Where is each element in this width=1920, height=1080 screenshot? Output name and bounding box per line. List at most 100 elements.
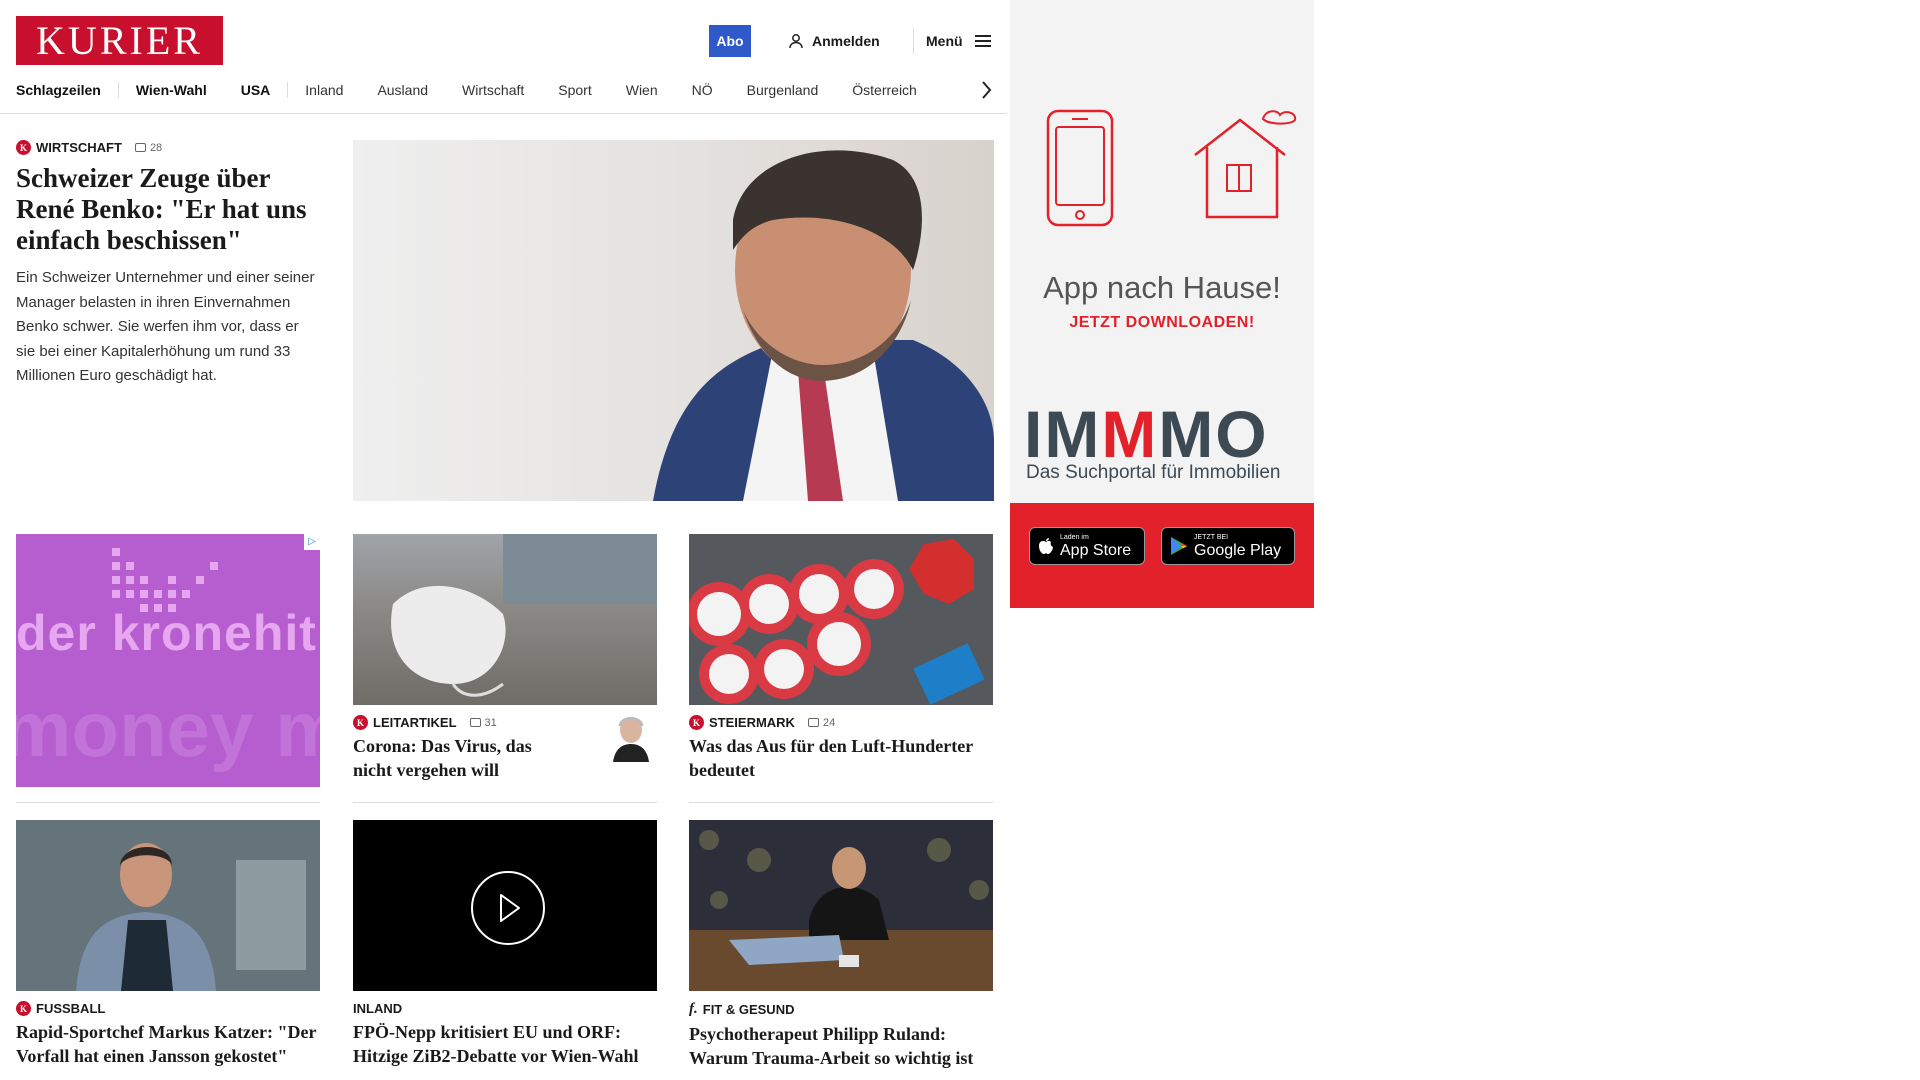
ad-title: App nach Hause! bbox=[1043, 270, 1281, 305]
menu-label: Menü bbox=[926, 33, 963, 49]
section-nav: Schlagzeilen Wien-Wahl USA Inland Auslan… bbox=[16, 80, 934, 100]
article-image[interactable] bbox=[689, 534, 993, 705]
category-label: FUSSBALL bbox=[36, 1001, 106, 1016]
category-label: STEIERMARK bbox=[709, 715, 795, 730]
kurier-k-icon: K bbox=[16, 1001, 31, 1016]
user-icon bbox=[789, 34, 803, 49]
adchoices-icon[interactable]: ▷ bbox=[304, 534, 320, 550]
google-play-icon bbox=[1171, 537, 1187, 555]
article-category: K STEIERMARK 24 bbox=[689, 715, 993, 730]
comment-count[interactable]: 28 bbox=[134, 141, 163, 154]
article-card[interactable]: K FUSSBALL Rapid-Sportchef Markus Katzer… bbox=[16, 820, 320, 1068]
nav-item-inland[interactable]: Inland bbox=[288, 82, 360, 98]
kurier-logo[interactable]: KURIER bbox=[16, 16, 223, 65]
ad-cta[interactable]: JETZT DOWNLOADEN! bbox=[1010, 314, 1314, 332]
article-headline[interactable]: Rapid-Sportchef Markus Katzer: "Der Vorf… bbox=[16, 1020, 320, 1068]
portrait-photo bbox=[653, 150, 994, 501]
menu-button[interactable]: Menü bbox=[926, 30, 991, 52]
category-label: FIT & GESUND bbox=[702, 1002, 795, 1017]
article-headline[interactable]: Was das Aus für den Luft-Hunderter bedeu… bbox=[689, 734, 993, 782]
article-headline[interactable]: Corona: Das Virus, das nicht vergehen wi… bbox=[353, 734, 568, 782]
immmo-tagline: Das Suchportal für Immobilien bbox=[1026, 462, 1281, 483]
article-category: f. FIT & GESUND bbox=[689, 1001, 993, 1018]
category-label: INLAND bbox=[353, 1001, 403, 1016]
kurier-k-icon: K bbox=[689, 715, 704, 730]
apple-icon bbox=[1039, 538, 1053, 554]
kronehit-ad[interactable]: der kronehit money m ▷ bbox=[16, 534, 320, 787]
app-store-label: App Store bbox=[1060, 541, 1132, 559]
article-image[interactable] bbox=[689, 820, 993, 991]
comment-icon bbox=[134, 143, 146, 152]
kronehit-wordmark: der kronehit bbox=[16, 605, 317, 661]
login-label: Anmelden bbox=[812, 33, 880, 49]
comment-count[interactable]: 31 bbox=[469, 716, 497, 729]
mask-photo bbox=[391, 534, 657, 697]
immmo-logo-part: IM bbox=[1024, 397, 1102, 471]
nav-item-wirtschaft[interactable]: Wirtschaft bbox=[445, 82, 541, 98]
app-store-small-text: Laden im bbox=[1060, 533, 1089, 541]
nav-item-usa[interactable]: USA bbox=[224, 82, 288, 98]
comment-count-value: 24 bbox=[822, 716, 836, 729]
login-button[interactable]: Anmelden bbox=[788, 30, 880, 52]
house-illustration bbox=[1194, 110, 1297, 219]
hamburger-icon bbox=[974, 35, 991, 47]
article-category: INLAND bbox=[353, 1001, 657, 1016]
lead-article[interactable]: K WIRTSCHAFT 28 Schweizer Zeuge über Ren… bbox=[16, 140, 316, 389]
nav-item-ausland[interactable]: Ausland bbox=[360, 82, 445, 98]
abo-button[interactable]: Abo bbox=[709, 25, 751, 57]
nav-item-wien[interactable]: Wien bbox=[609, 82, 675, 98]
article-image[interactable] bbox=[353, 534, 657, 705]
portrait-photo bbox=[16, 820, 320, 991]
card-divider bbox=[353, 802, 657, 803]
comment-count-value: 31 bbox=[484, 716, 497, 729]
article-card[interactable]: K STEIERMARK 24 Was das Aus für den Luft… bbox=[689, 534, 993, 782]
card-divider bbox=[689, 802, 993, 803]
traffic-signs-photo bbox=[689, 534, 993, 705]
nav-item-oesterreich[interactable]: Österreich bbox=[835, 82, 934, 98]
article-category: K FUSSBALL bbox=[16, 1001, 320, 1016]
nav-item-noe[interactable]: NÖ bbox=[675, 82, 730, 98]
lead-image[interactable] bbox=[353, 140, 994, 501]
google-play-label: Google Play bbox=[1194, 541, 1282, 559]
google-play-button[interactable]: JETZT BEI Google Play bbox=[1161, 527, 1295, 565]
category-label: WIRTSCHAFT bbox=[36, 140, 122, 155]
header-divider bbox=[913, 28, 914, 54]
comment-count-value: 28 bbox=[149, 141, 163, 154]
comment-count[interactable]: 24 bbox=[807, 716, 836, 729]
nav-item-wien-wahl[interactable]: Wien-Wahl bbox=[119, 82, 224, 98]
author-avatar bbox=[611, 712, 651, 762]
article-card[interactable]: f. FIT & GESUND Psychotherapeut Philipp … bbox=[689, 820, 993, 1070]
article-image[interactable] bbox=[16, 820, 320, 991]
comment-icon bbox=[807, 718, 819, 727]
nav-item-burgenland[interactable]: Burgenland bbox=[730, 82, 836, 98]
site-header: KURIER Abo Anmelden Menü Schlagzeilen Wi… bbox=[0, 0, 1007, 114]
video-thumbnail[interactable] bbox=[353, 820, 657, 991]
kronehit-bg-text: money m bbox=[16, 685, 320, 773]
article-card[interactable]: INLAND FPÖ-Nepp kritisiert EU und ORF: H… bbox=[353, 820, 657, 1068]
play-icon[interactable] bbox=[353, 820, 657, 991]
chevron-right-icon[interactable] bbox=[980, 80, 992, 100]
phone-illustration bbox=[1046, 109, 1114, 227]
article-headline[interactable]: Psychotherapeut Philipp Ruland: Warum Tr… bbox=[689, 1022, 993, 1070]
immmo-logo-red-m: M bbox=[1101, 397, 1159, 471]
category-label: LEITARTIKEL bbox=[373, 715, 457, 730]
fit-gesund-icon: f. bbox=[689, 1001, 698, 1017]
kurier-k-icon: K bbox=[16, 140, 31, 155]
article-card[interactable]: K LEITARTIKEL 31 Corona: Das Virus, das … bbox=[353, 534, 657, 782]
google-play-small-text: JETZT BEI bbox=[1194, 533, 1229, 541]
nav-item-schlagzeilen[interactable]: Schlagzeilen bbox=[16, 82, 118, 98]
immmo-ad[interactable]: App nach Hause! JETZT DOWNLOADEN! IMMMO … bbox=[1010, 0, 1314, 608]
lead-teaser: Ein Schweizer Unternehmer und einer sein… bbox=[16, 269, 315, 384]
article-headline[interactable]: FPÖ-Nepp kritisiert EU und ORF: Hitzige … bbox=[353, 1020, 657, 1068]
app-store-button[interactable]: Laden im App Store bbox=[1029, 527, 1145, 565]
kurier-k-icon: K bbox=[353, 715, 368, 730]
sofa-portrait-photo bbox=[689, 820, 993, 991]
article-category: K WIRTSCHAFT 28 bbox=[16, 140, 316, 155]
immmo-logo-part: MO bbox=[1158, 397, 1269, 471]
card-divider bbox=[16, 802, 320, 803]
immmo-logo: IMMMO bbox=[1024, 396, 1269, 472]
store-band: Laden im App Store JETZT BEI Google Play bbox=[1010, 503, 1314, 608]
comment-icon bbox=[469, 718, 481, 727]
lead-headline[interactable]: Schweizer Zeuge über René Benko: "Er hat… bbox=[16, 163, 316, 256]
nav-item-sport[interactable]: Sport bbox=[541, 82, 608, 98]
